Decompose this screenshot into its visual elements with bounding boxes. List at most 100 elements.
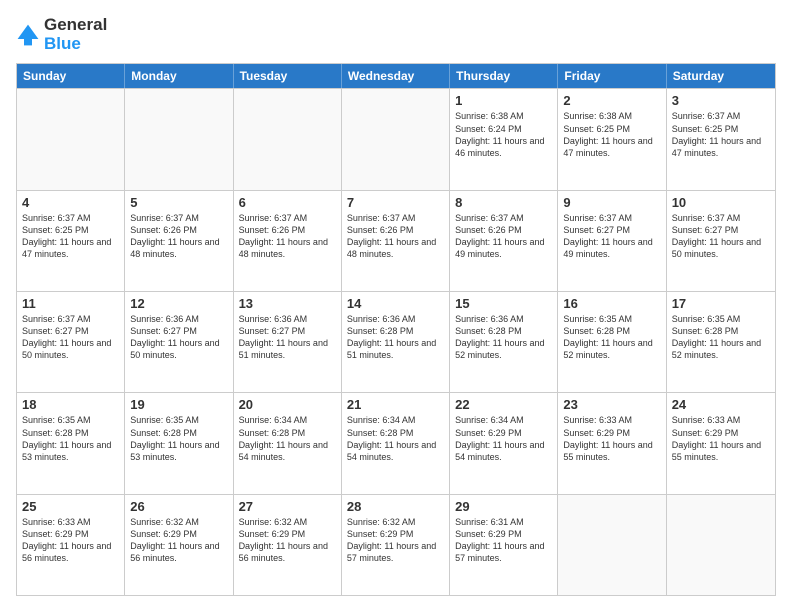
calendar-row-2: 11Sunrise: 6:37 AMSunset: 6:27 PMDayligh… — [17, 291, 775, 392]
day-info: Sunrise: 6:34 AMSunset: 6:29 PMDaylight:… — [455, 414, 552, 463]
day-number: 12 — [130, 296, 227, 311]
calendar-cell: 19 Sunrise: 6:35 AMSunset: 6:28 PMDayligh… — [125, 393, 233, 493]
day-info: Sunrise: 6:36 AMSunset: 6:27 PMDaylight:… — [239, 313, 336, 362]
calendar-cell: 28 Sunrise: 6:32 AMSunset: 6:29 PMDayligh… — [342, 495, 450, 595]
calendar-cell: 15Sunrise: 6:36 AMSunset: 6:28 PMDayligh… — [450, 292, 558, 392]
day-number: 22 — [455, 397, 552, 412]
day-number: 4 — [22, 195, 119, 210]
calendar-row-0: 1 Sunrise: 6:38 AMSunset: 6:24 PMDaylight… — [17, 88, 775, 189]
header: General Blue — [16, 16, 776, 53]
day-number: 5 — [130, 195, 227, 210]
day-number: 19 — [130, 397, 227, 412]
day-number: 16 — [563, 296, 660, 311]
day-info: Sunrise: 6:32 AMSunset: 6:29 PMDaylight:… — [130, 516, 227, 565]
day-info: Sunrise: 6:37 AMSunset: 6:25 PMDaylight:… — [22, 212, 119, 261]
day-info: Sunrise: 6:35 AMSunset: 6:28 PMDaylight:… — [672, 313, 770, 362]
day-number: 8 — [455, 195, 552, 210]
calendar-cell: 13 Sunrise: 6:36 AMSunset: 6:27 PMDayligh… — [234, 292, 342, 392]
calendar-cell: 17 Sunrise: 6:35 AMSunset: 6:28 PMDayligh… — [667, 292, 775, 392]
calendar-cell: 18 Sunrise: 6:35 AMSunset: 6:28 PMDayligh… — [17, 393, 125, 493]
day-info: Sunrise: 6:35 AMSunset: 6:28 PMDaylight:… — [130, 414, 227, 463]
calendar-cell: 7 Sunrise: 6:37 AMSunset: 6:26 PMDaylight… — [342, 191, 450, 291]
day-info: Sunrise: 6:37 AMSunset: 6:27 PMDaylight:… — [672, 212, 770, 261]
day-number: 13 — [239, 296, 336, 311]
day-number: 6 — [239, 195, 336, 210]
logo-icon — [16, 23, 40, 47]
day-info: Sunrise: 6:33 AMSunset: 6:29 PMDaylight:… — [22, 516, 119, 565]
day-number: 1 — [455, 93, 552, 108]
calendar-body: 1 Sunrise: 6:38 AMSunset: 6:24 PMDaylight… — [17, 88, 775, 595]
day-number: 10 — [672, 195, 770, 210]
day-info: Sunrise: 6:34 AMSunset: 6:28 PMDaylight:… — [347, 414, 444, 463]
calendar-cell: 9 Sunrise: 6:37 AMSunset: 6:27 PMDaylight… — [558, 191, 666, 291]
calendar-cell: 27 Sunrise: 6:32 AMSunset: 6:29 PMDayligh… — [234, 495, 342, 595]
calendar-cell: 4 Sunrise: 6:37 AMSunset: 6:25 PMDaylight… — [17, 191, 125, 291]
day-number: 18 — [22, 397, 119, 412]
day-number: 26 — [130, 499, 227, 514]
header-day-saturday: Saturday — [667, 64, 775, 88]
day-number: 25 — [22, 499, 119, 514]
day-info: Sunrise: 6:37 AMSunset: 6:26 PMDaylight:… — [130, 212, 227, 261]
calendar-cell — [558, 495, 666, 595]
day-number: 27 — [239, 499, 336, 514]
header-day-monday: Monday — [125, 64, 233, 88]
calendar-cell — [342, 89, 450, 189]
calendar-cell: 1 Sunrise: 6:38 AMSunset: 6:24 PMDaylight… — [450, 89, 558, 189]
day-number: 9 — [563, 195, 660, 210]
calendar-cell: 22 Sunrise: 6:34 AMSunset: 6:29 PMDayligh… — [450, 393, 558, 493]
day-number: 3 — [672, 93, 770, 108]
day-number: 20 — [239, 397, 336, 412]
calendar-row-4: 25 Sunrise: 6:33 AMSunset: 6:29 PMDayligh… — [17, 494, 775, 595]
header-day-thursday: Thursday — [450, 64, 558, 88]
day-info: Sunrise: 6:38 AMSunset: 6:25 PMDaylight:… — [563, 110, 660, 159]
logo: General Blue — [16, 16, 107, 53]
logo-text: General Blue — [44, 16, 107, 53]
header-day-friday: Friday — [558, 64, 666, 88]
day-number: 14 — [347, 296, 444, 311]
day-info: Sunrise: 6:33 AMSunset: 6:29 PMDaylight:… — [563, 414, 660, 463]
day-info: Sunrise: 6:34 AMSunset: 6:28 PMDaylight:… — [239, 414, 336, 463]
calendar-cell: 8 Sunrise: 6:37 AMSunset: 6:26 PMDaylight… — [450, 191, 558, 291]
day-number: 24 — [672, 397, 770, 412]
day-info: Sunrise: 6:32 AMSunset: 6:29 PMDaylight:… — [239, 516, 336, 565]
calendar-cell: 2Sunrise: 6:38 AMSunset: 6:25 PMDaylight… — [558, 89, 666, 189]
calendar: SundayMondayTuesdayWednesdayThursdayFrid… — [16, 63, 776, 596]
calendar-cell: 25 Sunrise: 6:33 AMSunset: 6:29 PMDayligh… — [17, 495, 125, 595]
day-info: Sunrise: 6:32 AMSunset: 6:29 PMDaylight:… — [347, 516, 444, 565]
calendar-cell: 3 Sunrise: 6:37 AMSunset: 6:25 PMDaylight… — [667, 89, 775, 189]
day-number: 21 — [347, 397, 444, 412]
day-info: Sunrise: 6:33 AMSunset: 6:29 PMDaylight:… — [672, 414, 770, 463]
day-info: Sunrise: 6:36 AMSunset: 6:27 PMDaylight:… — [130, 313, 227, 362]
day-number: 15 — [455, 296, 552, 311]
day-info: Sunrise: 6:37 AMSunset: 6:25 PMDaylight:… — [672, 110, 770, 159]
day-info: Sunrise: 6:36 AMSunset: 6:28 PMDaylight:… — [347, 313, 444, 362]
calendar-cell — [234, 89, 342, 189]
calendar-cell: 26 Sunrise: 6:32 AMSunset: 6:29 PMDayligh… — [125, 495, 233, 595]
calendar-cell — [17, 89, 125, 189]
day-info: Sunrise: 6:35 AMSunset: 6:28 PMDaylight:… — [563, 313, 660, 362]
day-number: 17 — [672, 296, 770, 311]
day-number: 28 — [347, 499, 444, 514]
day-number: 11 — [22, 296, 119, 311]
header-day-wednesday: Wednesday — [342, 64, 450, 88]
day-info: Sunrise: 6:37 AMSunset: 6:27 PMDaylight:… — [563, 212, 660, 261]
calendar-cell: 16 Sunrise: 6:35 AMSunset: 6:28 PMDayligh… — [558, 292, 666, 392]
day-info: Sunrise: 6:38 AMSunset: 6:24 PMDaylight:… — [455, 110, 552, 159]
calendar-row-3: 18 Sunrise: 6:35 AMSunset: 6:28 PMDayligh… — [17, 392, 775, 493]
day-info: Sunrise: 6:37 AMSunset: 6:26 PMDaylight:… — [455, 212, 552, 261]
day-number: 7 — [347, 195, 444, 210]
calendar-cell: 29Sunrise: 6:31 AMSunset: 6:29 PMDayligh… — [450, 495, 558, 595]
page: General Blue SundayMondayTuesdayWednesda… — [0, 0, 792, 612]
day-info: Sunrise: 6:31 AMSunset: 6:29 PMDaylight:… — [455, 516, 552, 565]
calendar-cell: 11Sunrise: 6:37 AMSunset: 6:27 PMDayligh… — [17, 292, 125, 392]
day-number: 23 — [563, 397, 660, 412]
calendar-cell: 6Sunrise: 6:37 AMSunset: 6:26 PMDaylight… — [234, 191, 342, 291]
calendar-cell: 20 Sunrise: 6:34 AMSunset: 6:28 PMDayligh… — [234, 393, 342, 493]
calendar-cell: 5 Sunrise: 6:37 AMSunset: 6:26 PMDaylight… — [125, 191, 233, 291]
calendar-cell: 21 Sunrise: 6:34 AMSunset: 6:28 PMDayligh… — [342, 393, 450, 493]
calendar-cell: 10 Sunrise: 6:37 AMSunset: 6:27 PMDayligh… — [667, 191, 775, 291]
day-info: Sunrise: 6:37 AMSunset: 6:26 PMDaylight:… — [347, 212, 444, 261]
day-info: Sunrise: 6:35 AMSunset: 6:28 PMDaylight:… — [22, 414, 119, 463]
calendar-row-1: 4 Sunrise: 6:37 AMSunset: 6:25 PMDaylight… — [17, 190, 775, 291]
calendar-cell: 23 Sunrise: 6:33 AMSunset: 6:29 PMDayligh… — [558, 393, 666, 493]
